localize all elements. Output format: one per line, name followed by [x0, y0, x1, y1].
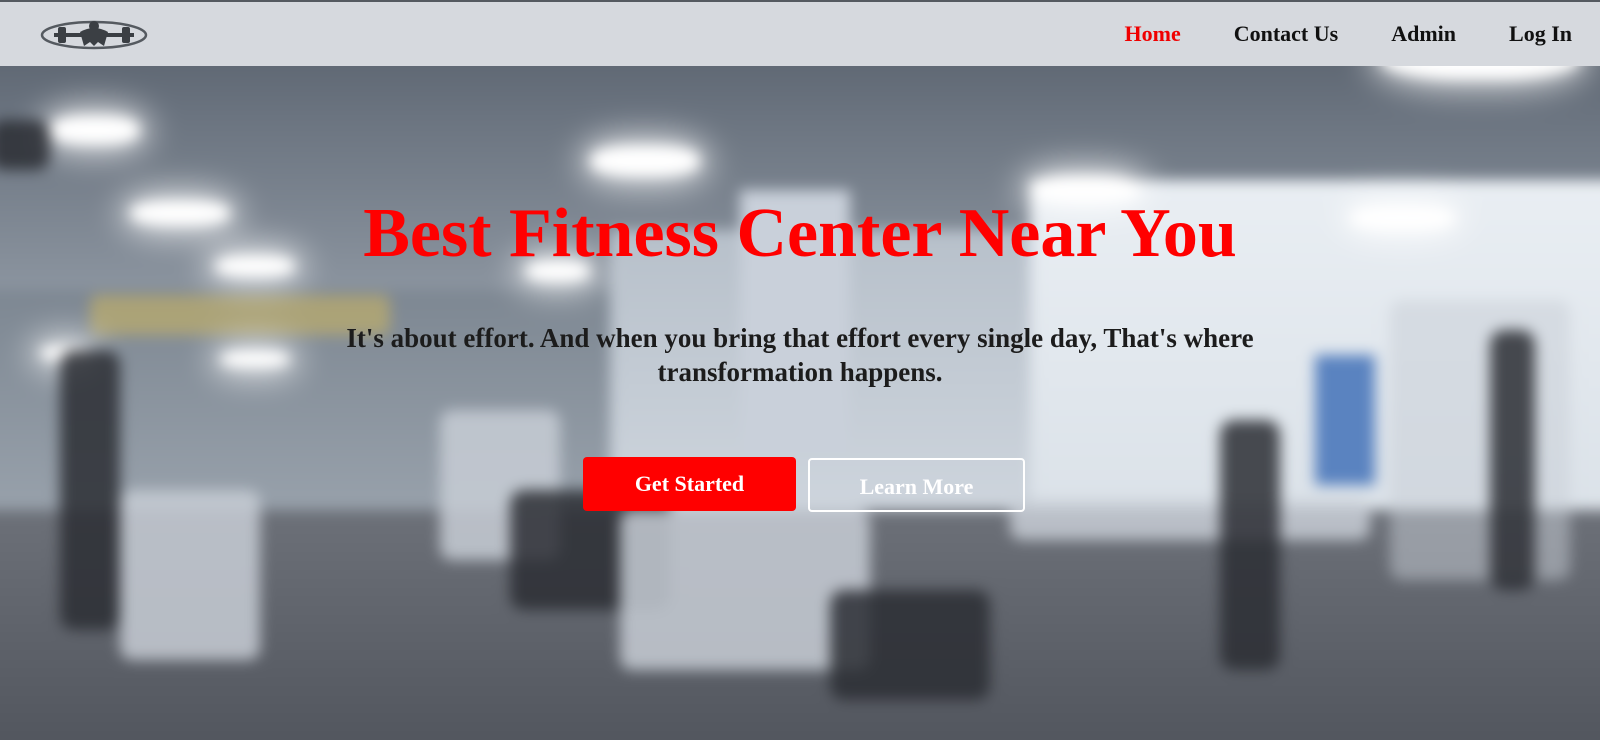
- nav-link-home[interactable]: Home: [1125, 21, 1181, 47]
- page: Home Contact Us Admin Log In Best Fitnes…: [0, 0, 1600, 740]
- learn-more-button[interactable]: Learn More: [808, 458, 1025, 512]
- nav-link-log-in[interactable]: Log In: [1509, 21, 1572, 47]
- hero-title: Best Fitness Center Near You: [363, 195, 1237, 272]
- get-started-button[interactable]: Get Started: [583, 457, 796, 511]
- gym-lifter-logo-icon[interactable]: [40, 18, 148, 52]
- hero-subtitle: It's about effort. And when you bring th…: [346, 323, 1254, 387]
- nav-links: Home Contact Us Admin Log In: [1072, 2, 1572, 66]
- top-navbar: Home Contact Us Admin Log In: [0, 0, 1600, 66]
- nav-link-contact-us[interactable]: Contact Us: [1234, 21, 1339, 47]
- hero-section: Best Fitness Center Near You It's about …: [0, 66, 1600, 740]
- nav-link-admin[interactable]: Admin: [1391, 21, 1456, 47]
